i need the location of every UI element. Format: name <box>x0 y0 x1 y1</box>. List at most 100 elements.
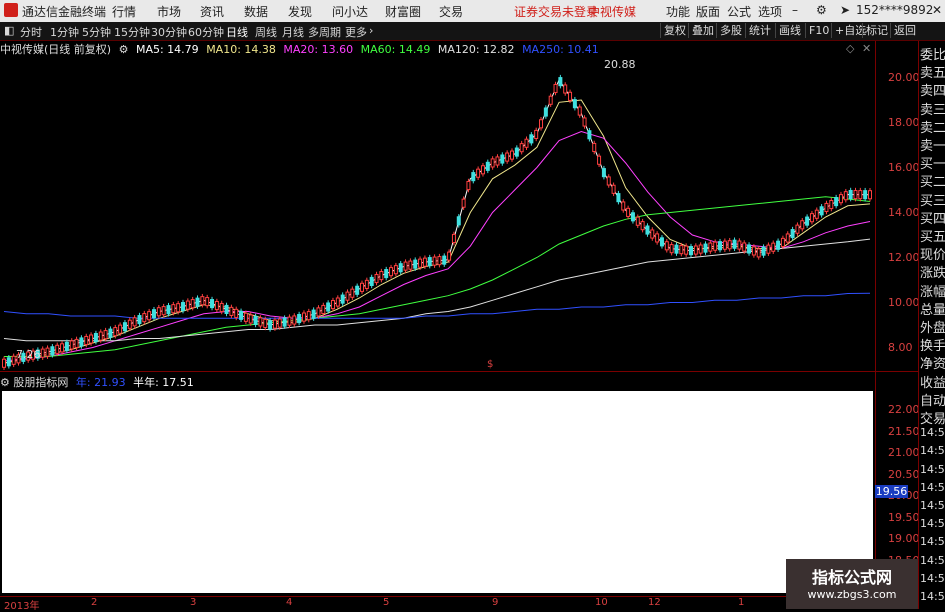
side-panel-item[interactable]: 卖一 <box>920 135 945 154</box>
stats-button[interactable]: 统计 <box>745 23 774 38</box>
side-panel-item[interactable]: 交易 <box>920 408 945 427</box>
side-panel-item[interactable]: 卖五 <box>920 62 945 81</box>
indicator-tick: 19.50 <box>888 510 920 524</box>
candle-body <box>55 344 60 354</box>
menu-discover[interactable]: 发现 <box>288 3 312 20</box>
period-5min[interactable]: 5分钟 <box>82 24 111 40</box>
period-daily[interactable]: 日线 <box>226 24 248 40</box>
panel-toggle-icon[interactable]: ◧ <box>4 24 14 37</box>
period-60min[interactable]: 60分钟 <box>188 24 224 40</box>
candle-body <box>210 299 215 309</box>
adjust-button[interactable]: 复权 <box>660 23 689 38</box>
period-multi[interactable]: 多周期 <box>308 24 341 40</box>
price-tick: 8.00 <box>888 340 913 354</box>
side-panel-item[interactable]: 14:56 <box>920 444 945 457</box>
side-panel-item[interactable]: 买五 <box>920 226 945 245</box>
candle-body <box>384 269 389 279</box>
login-warning[interactable]: 证券交易未登录 <box>514 3 598 20</box>
period-monthly[interactable]: 月线 <box>282 24 304 40</box>
candle-body <box>548 95 553 105</box>
candle-body <box>485 161 490 171</box>
menu-market[interactable]: 市场 <box>157 3 181 20</box>
menu-layout[interactable]: 版面 <box>696 3 720 20</box>
menu-wealth[interactable]: 财富圈 <box>385 3 421 20</box>
menu-news[interactable]: 资讯 <box>200 3 224 20</box>
close-panel-icon[interactable]: ✕ <box>862 42 871 55</box>
back-button[interactable]: 返回 <box>890 23 919 38</box>
period-weekly[interactable]: 周线 <box>255 24 277 40</box>
mark-button[interactable]: 标记 <box>862 23 891 38</box>
indicator-panel[interactable] <box>2 391 873 593</box>
draw-button[interactable]: 画线 <box>775 23 804 38</box>
period-more[interactable]: 更多 <box>345 24 367 40</box>
candle-body <box>263 318 268 328</box>
price-tick: 20.00 <box>888 70 920 84</box>
candle-body <box>161 306 166 316</box>
side-panel-item[interactable]: 买一 <box>920 153 945 172</box>
stock-name: 中视传媒 <box>588 5 637 19</box>
candle-body <box>171 304 176 314</box>
multi-stock-button[interactable]: 多股 <box>716 23 745 38</box>
side-panel-item[interactable]: 换手 <box>920 335 945 354</box>
candle-body <box>553 83 558 94</box>
settings-icon[interactable]: ⚙ <box>816 3 827 17</box>
side-panel-item[interactable]: 净资 <box>920 353 945 372</box>
candle-body <box>355 285 360 295</box>
side-panel-item[interactable]: 涨幅 <box>920 281 945 300</box>
date-axis: 2013年 2 3 4 5 9 10 12 1 <box>0 596 918 612</box>
side-panel-item[interactable]: 外盘 <box>920 317 945 336</box>
side-panel-item[interactable]: 买三 <box>920 190 945 209</box>
side-panel-item[interactable]: 14:56 <box>920 499 945 512</box>
arrow-icon[interactable]: ➤ <box>840 3 850 17</box>
side-panel-item[interactable]: 14:56 <box>920 426 945 439</box>
side-panel-item[interactable]: 买二 <box>920 171 945 190</box>
period-1min[interactable]: 1分钟 <box>50 24 79 40</box>
side-panel-item[interactable]: 买四 <box>920 208 945 227</box>
side-panel-item[interactable]: 14:56 <box>920 554 945 567</box>
candle-body <box>664 241 669 251</box>
menu-formula[interactable]: 公式 <box>727 3 751 20</box>
candle-body <box>345 291 350 301</box>
minimize-icon[interactable]: – <box>792 3 798 17</box>
indicator-toggle-icon[interactable]: ⚙ <box>0 376 10 389</box>
menu-data[interactable]: 数据 <box>244 3 268 20</box>
side-panel-item[interactable]: 14:56 <box>920 517 945 530</box>
period-30min[interactable]: 30分钟 <box>151 24 187 40</box>
side-panel-item[interactable]: 14:56 <box>920 481 945 494</box>
side-panel-item[interactable]: 收益 <box>920 372 945 391</box>
candle-body <box>11 355 16 365</box>
chevron-right-icon[interactable]: › <box>369 24 373 37</box>
candle-body <box>756 248 761 258</box>
side-panel-item[interactable]: 现价 <box>920 244 945 263</box>
period-15min[interactable]: 15分钟 <box>114 24 150 40</box>
account-id[interactable]: 152****9892 <box>856 3 933 17</box>
kline-chart[interactable]: 20.88 7.26 <box>0 55 875 370</box>
side-panel-item[interactable]: 14:56 <box>920 535 945 548</box>
side-panel-item[interactable]: 涨跌 <box>920 262 945 281</box>
side-panel-item[interactable]: 卖三 <box>920 99 945 118</box>
side-panel-item[interactable]: 14:56 <box>920 463 945 476</box>
menu-function[interactable]: 功能 <box>666 3 690 20</box>
candle-body <box>505 152 510 162</box>
candle-body <box>747 244 752 254</box>
side-panel-item[interactable]: 卖二 <box>920 117 945 136</box>
period-intraday[interactable]: 分时 <box>20 24 42 40</box>
candle-body <box>451 233 456 244</box>
menu-ask[interactable]: 问小达 <box>332 3 368 20</box>
side-panel-item[interactable]: 委比 <box>920 44 945 63</box>
side-panel-item[interactable]: 14:56 <box>920 572 945 585</box>
side-panel-item[interactable]: 自动 <box>920 390 945 409</box>
candle-body <box>224 304 229 315</box>
menu-options[interactable]: 选项 <box>758 3 782 20</box>
menu-trade[interactable]: 交易 <box>439 3 463 20</box>
menu-quotes[interactable]: 行情 <box>112 3 136 20</box>
overlay-button[interactable]: 叠加 <box>688 23 717 38</box>
f10-button[interactable]: F10 <box>805 23 832 38</box>
close-icon[interactable]: ✕ <box>932 3 942 17</box>
diamond-icon[interactable]: ◇ <box>846 42 854 55</box>
candle-body <box>838 194 843 204</box>
side-panel-item[interactable]: 14:56 <box>920 590 945 603</box>
side-panel-item[interactable]: 卖四 <box>920 80 945 99</box>
side-panel-item[interactable]: 总量 <box>920 299 945 318</box>
candle-body <box>742 242 747 252</box>
